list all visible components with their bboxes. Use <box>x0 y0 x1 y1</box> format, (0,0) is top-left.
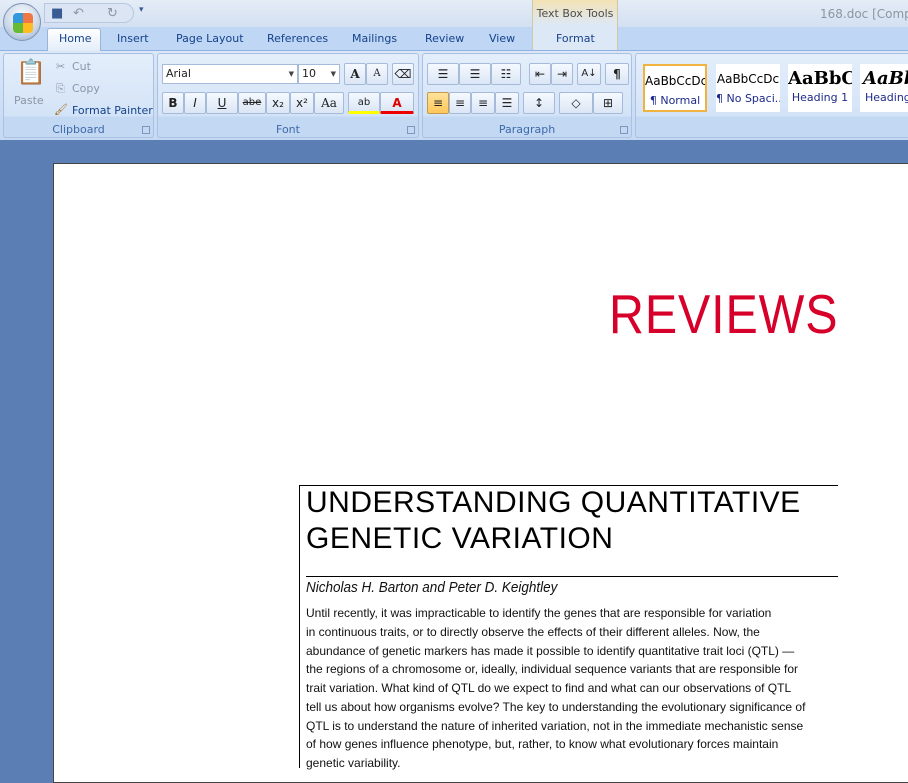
numbering-icon[interactable]: ☰ <box>459 63 491 85</box>
tab-mailings[interactable]: Mailings <box>352 32 397 45</box>
dialog-launcher-icon[interactable] <box>407 126 415 134</box>
font-name-select[interactable]: Arial ▼ <box>162 64 298 84</box>
article-title-line: UNDERSTANDING QUANTITATIVE <box>306 486 801 519</box>
underline-button[interactable]: U <box>206 92 238 114</box>
paste-icon[interactable]: 📋 <box>16 58 46 86</box>
paste-button[interactable]: Paste <box>14 94 44 107</box>
title-rule <box>306 576 838 577</box>
font-color-button[interactable]: A <box>380 92 414 114</box>
title-bar <box>0 0 908 28</box>
strikethrough-button[interactable]: abe <box>238 92 266 114</box>
abstract-line: the regions of a chromosome or, ideally,… <box>306 662 799 677</box>
tab-page-layout[interactable]: Page Layout <box>176 32 244 45</box>
abstract-line: tell us about how organisms evolve? The … <box>306 699 806 714</box>
style-heading-2[interactable]: AaBbHeading <box>860 64 908 112</box>
customize-qat-icon[interactable]: ▾ <box>139 5 144 15</box>
save-icon[interactable]: ■ <box>51 6 63 21</box>
shading-icon[interactable]: ◇ <box>559 92 593 114</box>
clipboard-group: 📋 Paste ✂ Cut ⎘ Copy 🖌 Format Painter Cl… <box>3 53 154 138</box>
dialog-launcher-icon[interactable] <box>142 126 150 134</box>
subscript-button[interactable]: x₂ <box>266 92 290 114</box>
abstract-line: abundance of genetic markers has made it… <box>306 643 795 658</box>
grow-font-button[interactable]: A <box>344 63 366 85</box>
align-center-icon[interactable]: ≡ <box>449 92 471 114</box>
paragraph-group-label: Paragraph <box>498 123 556 136</box>
multilevel-list-icon[interactable]: ☷ <box>491 63 521 85</box>
clipboard-group-label: Clipboard <box>52 123 105 136</box>
office-button[interactable] <box>3 3 41 41</box>
text-box-border <box>299 485 300 768</box>
align-left-icon[interactable]: ≡ <box>427 92 449 114</box>
abstract-line: genetic variability. <box>306 756 401 770</box>
copy-button[interactable]: Copy <box>72 82 100 95</box>
tab-references[interactable]: References <box>267 32 328 45</box>
highlight-button[interactable]: ab <box>348 92 380 114</box>
bullets-icon[interactable]: ☰ <box>427 63 459 85</box>
font-group: Arial ▼ 10 ▼ A A ⌫ B I U abe x₂ x² Aa ab A… <box>157 53 419 138</box>
section-banner: REVIEWS <box>609 283 839 345</box>
cut-icon: ✂ <box>56 60 66 73</box>
tab-view[interactable]: View <box>489 32 515 45</box>
copy-icon: ⎘ <box>56 82 65 95</box>
align-right-icon[interactable]: ≡ <box>471 92 495 114</box>
style-no-spacing[interactable]: AaBbCcDc ¶ No Spaci... <box>716 64 780 112</box>
cut-button[interactable]: Cut <box>72 60 91 73</box>
paragraph-group: ☰ ☰ ☷ ⇤ ⇥ A↓ ¶ ≡ ≡ ≡ ☰ ↕ ◇ ⊞ Paragraph <box>422 53 632 138</box>
borders-icon[interactable]: ⊞ <box>593 92 623 114</box>
clear-formatting-icon[interactable]: ⌫ <box>392 63 414 85</box>
tab-home[interactable]: Home <box>59 32 91 45</box>
undo-icon[interactable]: ↶ <box>73 6 84 21</box>
article-authors: Nicholas H. Barton and Peter D. Keightle… <box>306 579 558 596</box>
quick-access-toolbar: ■ ↶ ↻ <box>44 3 134 23</box>
abstract-line: of how genes influence phenotype, but, r… <box>306 737 779 752</box>
office-logo-icon <box>13 13 33 33</box>
change-case-button[interactable]: Aa <box>314 92 344 114</box>
abstract-line: Until recently, it was impracticable to … <box>306 606 772 620</box>
tab-format[interactable]: Format <box>556 32 595 45</box>
redo-icon[interactable]: ↻ <box>107 6 118 21</box>
dialog-launcher-icon[interactable] <box>620 126 628 134</box>
shrink-font-button[interactable]: A <box>366 63 388 85</box>
sort-button[interactable]: A↓ <box>577 63 601 85</box>
tab-review[interactable]: Review <box>425 32 464 45</box>
abstract-line: QTL is to understand the nature of inher… <box>306 718 804 733</box>
format-painter-button[interactable]: Format Painter <box>72 104 153 117</box>
window-title: 168.doc [Comp <box>820 7 908 21</box>
context-tab-label: Text Box Tools <box>536 7 614 20</box>
article-title-line: GENETIC VARIATION <box>306 522 614 555</box>
decrease-indent-icon[interactable]: ⇤ <box>529 63 551 85</box>
format-painter-icon: 🖌 <box>54 103 68 116</box>
superscript-button[interactable]: x² <box>290 92 314 114</box>
bold-button[interactable]: B <box>162 92 184 114</box>
justify-icon[interactable]: ☰ <box>495 92 519 114</box>
tab-insert[interactable]: Insert <box>117 32 149 45</box>
abstract-line: in continuous traits, or to directly obs… <box>306 624 760 639</box>
abstract-line: trait variation. What kind of QTL do we … <box>306 681 792 695</box>
show-formatting-button[interactable]: ¶ <box>605 63 629 85</box>
font-group-label: Font <box>276 123 300 136</box>
font-size-select[interactable]: 10 ▼ <box>298 64 340 84</box>
increase-indent-icon[interactable]: ⇥ <box>551 63 573 85</box>
line-spacing-icon[interactable]: ↕ <box>523 92 555 114</box>
style-heading-1[interactable]: AaBbC Heading 1 <box>788 64 852 112</box>
italic-button[interactable]: I <box>184 92 206 114</box>
style-normal[interactable]: AaBbCcDc ¶ Normal <box>643 64 707 112</box>
